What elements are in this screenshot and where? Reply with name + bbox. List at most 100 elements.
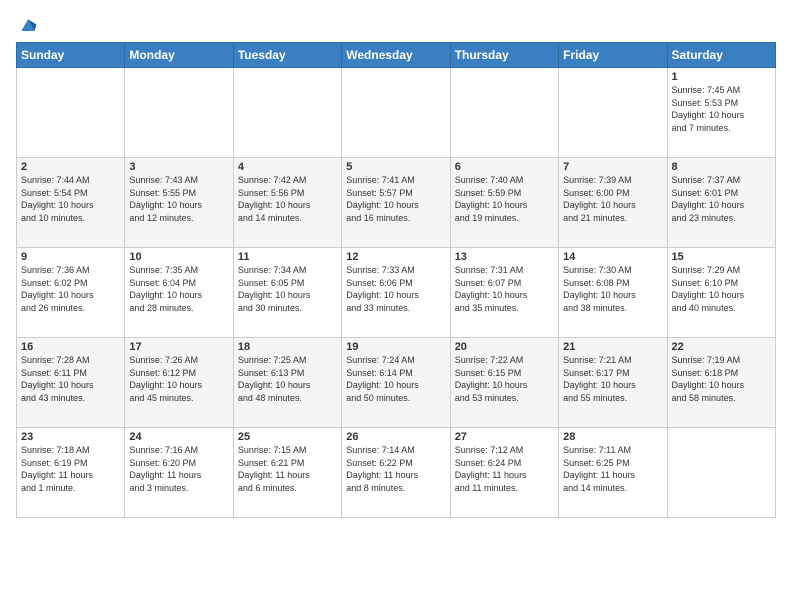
calendar-cell bbox=[667, 428, 775, 518]
day-info: Sunrise: 7:30 AM Sunset: 6:08 PM Dayligh… bbox=[563, 264, 662, 314]
day-info: Sunrise: 7:22 AM Sunset: 6:15 PM Dayligh… bbox=[455, 354, 554, 404]
day-info: Sunrise: 7:16 AM Sunset: 6:20 PM Dayligh… bbox=[129, 444, 228, 494]
calendar-cell: 27Sunrise: 7:12 AM Sunset: 6:24 PM Dayli… bbox=[450, 428, 558, 518]
calendar-cell: 22Sunrise: 7:19 AM Sunset: 6:18 PM Dayli… bbox=[667, 338, 775, 428]
weekday-header-friday: Friday bbox=[559, 43, 667, 68]
calendar-cell: 15Sunrise: 7:29 AM Sunset: 6:10 PM Dayli… bbox=[667, 248, 775, 338]
calendar-cell: 16Sunrise: 7:28 AM Sunset: 6:11 PM Dayli… bbox=[17, 338, 125, 428]
day-info: Sunrise: 7:37 AM Sunset: 6:01 PM Dayligh… bbox=[672, 174, 771, 224]
weekday-header-monday: Monday bbox=[125, 43, 233, 68]
day-number: 26 bbox=[346, 431, 445, 443]
day-number: 6 bbox=[455, 161, 554, 173]
day-number: 21 bbox=[563, 341, 662, 353]
day-info: Sunrise: 7:18 AM Sunset: 6:19 PM Dayligh… bbox=[21, 444, 120, 494]
calendar-cell: 13Sunrise: 7:31 AM Sunset: 6:07 PM Dayli… bbox=[450, 248, 558, 338]
day-info: Sunrise: 7:14 AM Sunset: 6:22 PM Dayligh… bbox=[346, 444, 445, 494]
day-info: Sunrise: 7:28 AM Sunset: 6:11 PM Dayligh… bbox=[21, 354, 120, 404]
day-info: Sunrise: 7:21 AM Sunset: 6:17 PM Dayligh… bbox=[563, 354, 662, 404]
day-number: 18 bbox=[238, 341, 337, 353]
day-info: Sunrise: 7:34 AM Sunset: 6:05 PM Dayligh… bbox=[238, 264, 337, 314]
calendar-cell: 9Sunrise: 7:36 AM Sunset: 6:02 PM Daylig… bbox=[17, 248, 125, 338]
day-number: 3 bbox=[129, 161, 228, 173]
day-number: 16 bbox=[21, 341, 120, 353]
day-number: 5 bbox=[346, 161, 445, 173]
day-number: 1 bbox=[672, 71, 771, 83]
day-info: Sunrise: 7:40 AM Sunset: 5:59 PM Dayligh… bbox=[455, 174, 554, 224]
day-number: 27 bbox=[455, 431, 554, 443]
day-info: Sunrise: 7:26 AM Sunset: 6:12 PM Dayligh… bbox=[129, 354, 228, 404]
day-info: Sunrise: 7:41 AM Sunset: 5:57 PM Dayligh… bbox=[346, 174, 445, 224]
day-number: 4 bbox=[238, 161, 337, 173]
calendar-cell: 5Sunrise: 7:41 AM Sunset: 5:57 PM Daylig… bbox=[342, 158, 450, 248]
day-info: Sunrise: 7:43 AM Sunset: 5:55 PM Dayligh… bbox=[129, 174, 228, 224]
calendar-cell: 6Sunrise: 7:40 AM Sunset: 5:59 PM Daylig… bbox=[450, 158, 558, 248]
day-number: 15 bbox=[672, 251, 771, 263]
calendar-cell: 24Sunrise: 7:16 AM Sunset: 6:20 PM Dayli… bbox=[125, 428, 233, 518]
day-number: 20 bbox=[455, 341, 554, 353]
day-number: 24 bbox=[129, 431, 228, 443]
day-info: Sunrise: 7:42 AM Sunset: 5:56 PM Dayligh… bbox=[238, 174, 337, 224]
day-number: 11 bbox=[238, 251, 337, 263]
day-info: Sunrise: 7:24 AM Sunset: 6:14 PM Dayligh… bbox=[346, 354, 445, 404]
calendar-cell bbox=[233, 68, 341, 158]
day-number: 19 bbox=[346, 341, 445, 353]
day-number: 28 bbox=[563, 431, 662, 443]
calendar-cell: 26Sunrise: 7:14 AM Sunset: 6:22 PM Dayli… bbox=[342, 428, 450, 518]
calendar-cell bbox=[559, 68, 667, 158]
calendar-cell: 19Sunrise: 7:24 AM Sunset: 6:14 PM Dayli… bbox=[342, 338, 450, 428]
day-info: Sunrise: 7:45 AM Sunset: 5:53 PM Dayligh… bbox=[672, 84, 771, 134]
day-info: Sunrise: 7:29 AM Sunset: 6:10 PM Dayligh… bbox=[672, 264, 771, 314]
calendar: SundayMondayTuesdayWednesdayThursdayFrid… bbox=[16, 42, 776, 518]
day-info: Sunrise: 7:39 AM Sunset: 6:00 PM Dayligh… bbox=[563, 174, 662, 224]
calendar-cell: 20Sunrise: 7:22 AM Sunset: 6:15 PM Dayli… bbox=[450, 338, 558, 428]
weekday-header-tuesday: Tuesday bbox=[233, 43, 341, 68]
calendar-cell bbox=[342, 68, 450, 158]
day-number: 8 bbox=[672, 161, 771, 173]
day-info: Sunrise: 7:19 AM Sunset: 6:18 PM Dayligh… bbox=[672, 354, 771, 404]
calendar-cell: 17Sunrise: 7:26 AM Sunset: 6:12 PM Dayli… bbox=[125, 338, 233, 428]
weekday-header-saturday: Saturday bbox=[667, 43, 775, 68]
day-number: 25 bbox=[238, 431, 337, 443]
day-info: Sunrise: 7:11 AM Sunset: 6:25 PM Dayligh… bbox=[563, 444, 662, 494]
weekday-header-sunday: Sunday bbox=[17, 43, 125, 68]
day-info: Sunrise: 7:25 AM Sunset: 6:13 PM Dayligh… bbox=[238, 354, 337, 404]
day-number: 22 bbox=[672, 341, 771, 353]
weekday-header-wednesday: Wednesday bbox=[342, 43, 450, 68]
calendar-cell: 3Sunrise: 7:43 AM Sunset: 5:55 PM Daylig… bbox=[125, 158, 233, 248]
day-number: 14 bbox=[563, 251, 662, 263]
calendar-cell bbox=[17, 68, 125, 158]
day-number: 10 bbox=[129, 251, 228, 263]
calendar-cell: 18Sunrise: 7:25 AM Sunset: 6:13 PM Dayli… bbox=[233, 338, 341, 428]
calendar-cell bbox=[450, 68, 558, 158]
day-info: Sunrise: 7:44 AM Sunset: 5:54 PM Dayligh… bbox=[21, 174, 120, 224]
day-info: Sunrise: 7:12 AM Sunset: 6:24 PM Dayligh… bbox=[455, 444, 554, 494]
day-number: 7 bbox=[563, 161, 662, 173]
calendar-cell: 11Sunrise: 7:34 AM Sunset: 6:05 PM Dayli… bbox=[233, 248, 341, 338]
day-number: 17 bbox=[129, 341, 228, 353]
day-info: Sunrise: 7:35 AM Sunset: 6:04 PM Dayligh… bbox=[129, 264, 228, 314]
calendar-cell: 7Sunrise: 7:39 AM Sunset: 6:00 PM Daylig… bbox=[559, 158, 667, 248]
day-number: 2 bbox=[21, 161, 120, 173]
calendar-cell: 25Sunrise: 7:15 AM Sunset: 6:21 PM Dayli… bbox=[233, 428, 341, 518]
day-number: 9 bbox=[21, 251, 120, 263]
day-info: Sunrise: 7:36 AM Sunset: 6:02 PM Dayligh… bbox=[21, 264, 120, 314]
logo-icon bbox=[18, 16, 38, 36]
page-header bbox=[16, 16, 776, 32]
calendar-cell: 10Sunrise: 7:35 AM Sunset: 6:04 PM Dayli… bbox=[125, 248, 233, 338]
day-number: 12 bbox=[346, 251, 445, 263]
calendar-cell: 21Sunrise: 7:21 AM Sunset: 6:17 PM Dayli… bbox=[559, 338, 667, 428]
calendar-cell: 1Sunrise: 7:45 AM Sunset: 5:53 PM Daylig… bbox=[667, 68, 775, 158]
day-info: Sunrise: 7:33 AM Sunset: 6:06 PM Dayligh… bbox=[346, 264, 445, 314]
day-info: Sunrise: 7:15 AM Sunset: 6:21 PM Dayligh… bbox=[238, 444, 337, 494]
calendar-cell: 8Sunrise: 7:37 AM Sunset: 6:01 PM Daylig… bbox=[667, 158, 775, 248]
calendar-cell: 4Sunrise: 7:42 AM Sunset: 5:56 PM Daylig… bbox=[233, 158, 341, 248]
weekday-header-thursday: Thursday bbox=[450, 43, 558, 68]
calendar-cell: 23Sunrise: 7:18 AM Sunset: 6:19 PM Dayli… bbox=[17, 428, 125, 518]
calendar-cell bbox=[125, 68, 233, 158]
calendar-cell: 14Sunrise: 7:30 AM Sunset: 6:08 PM Dayli… bbox=[559, 248, 667, 338]
calendar-cell: 2Sunrise: 7:44 AM Sunset: 5:54 PM Daylig… bbox=[17, 158, 125, 248]
day-number: 23 bbox=[21, 431, 120, 443]
logo bbox=[16, 16, 38, 32]
day-number: 13 bbox=[455, 251, 554, 263]
day-info: Sunrise: 7:31 AM Sunset: 6:07 PM Dayligh… bbox=[455, 264, 554, 314]
